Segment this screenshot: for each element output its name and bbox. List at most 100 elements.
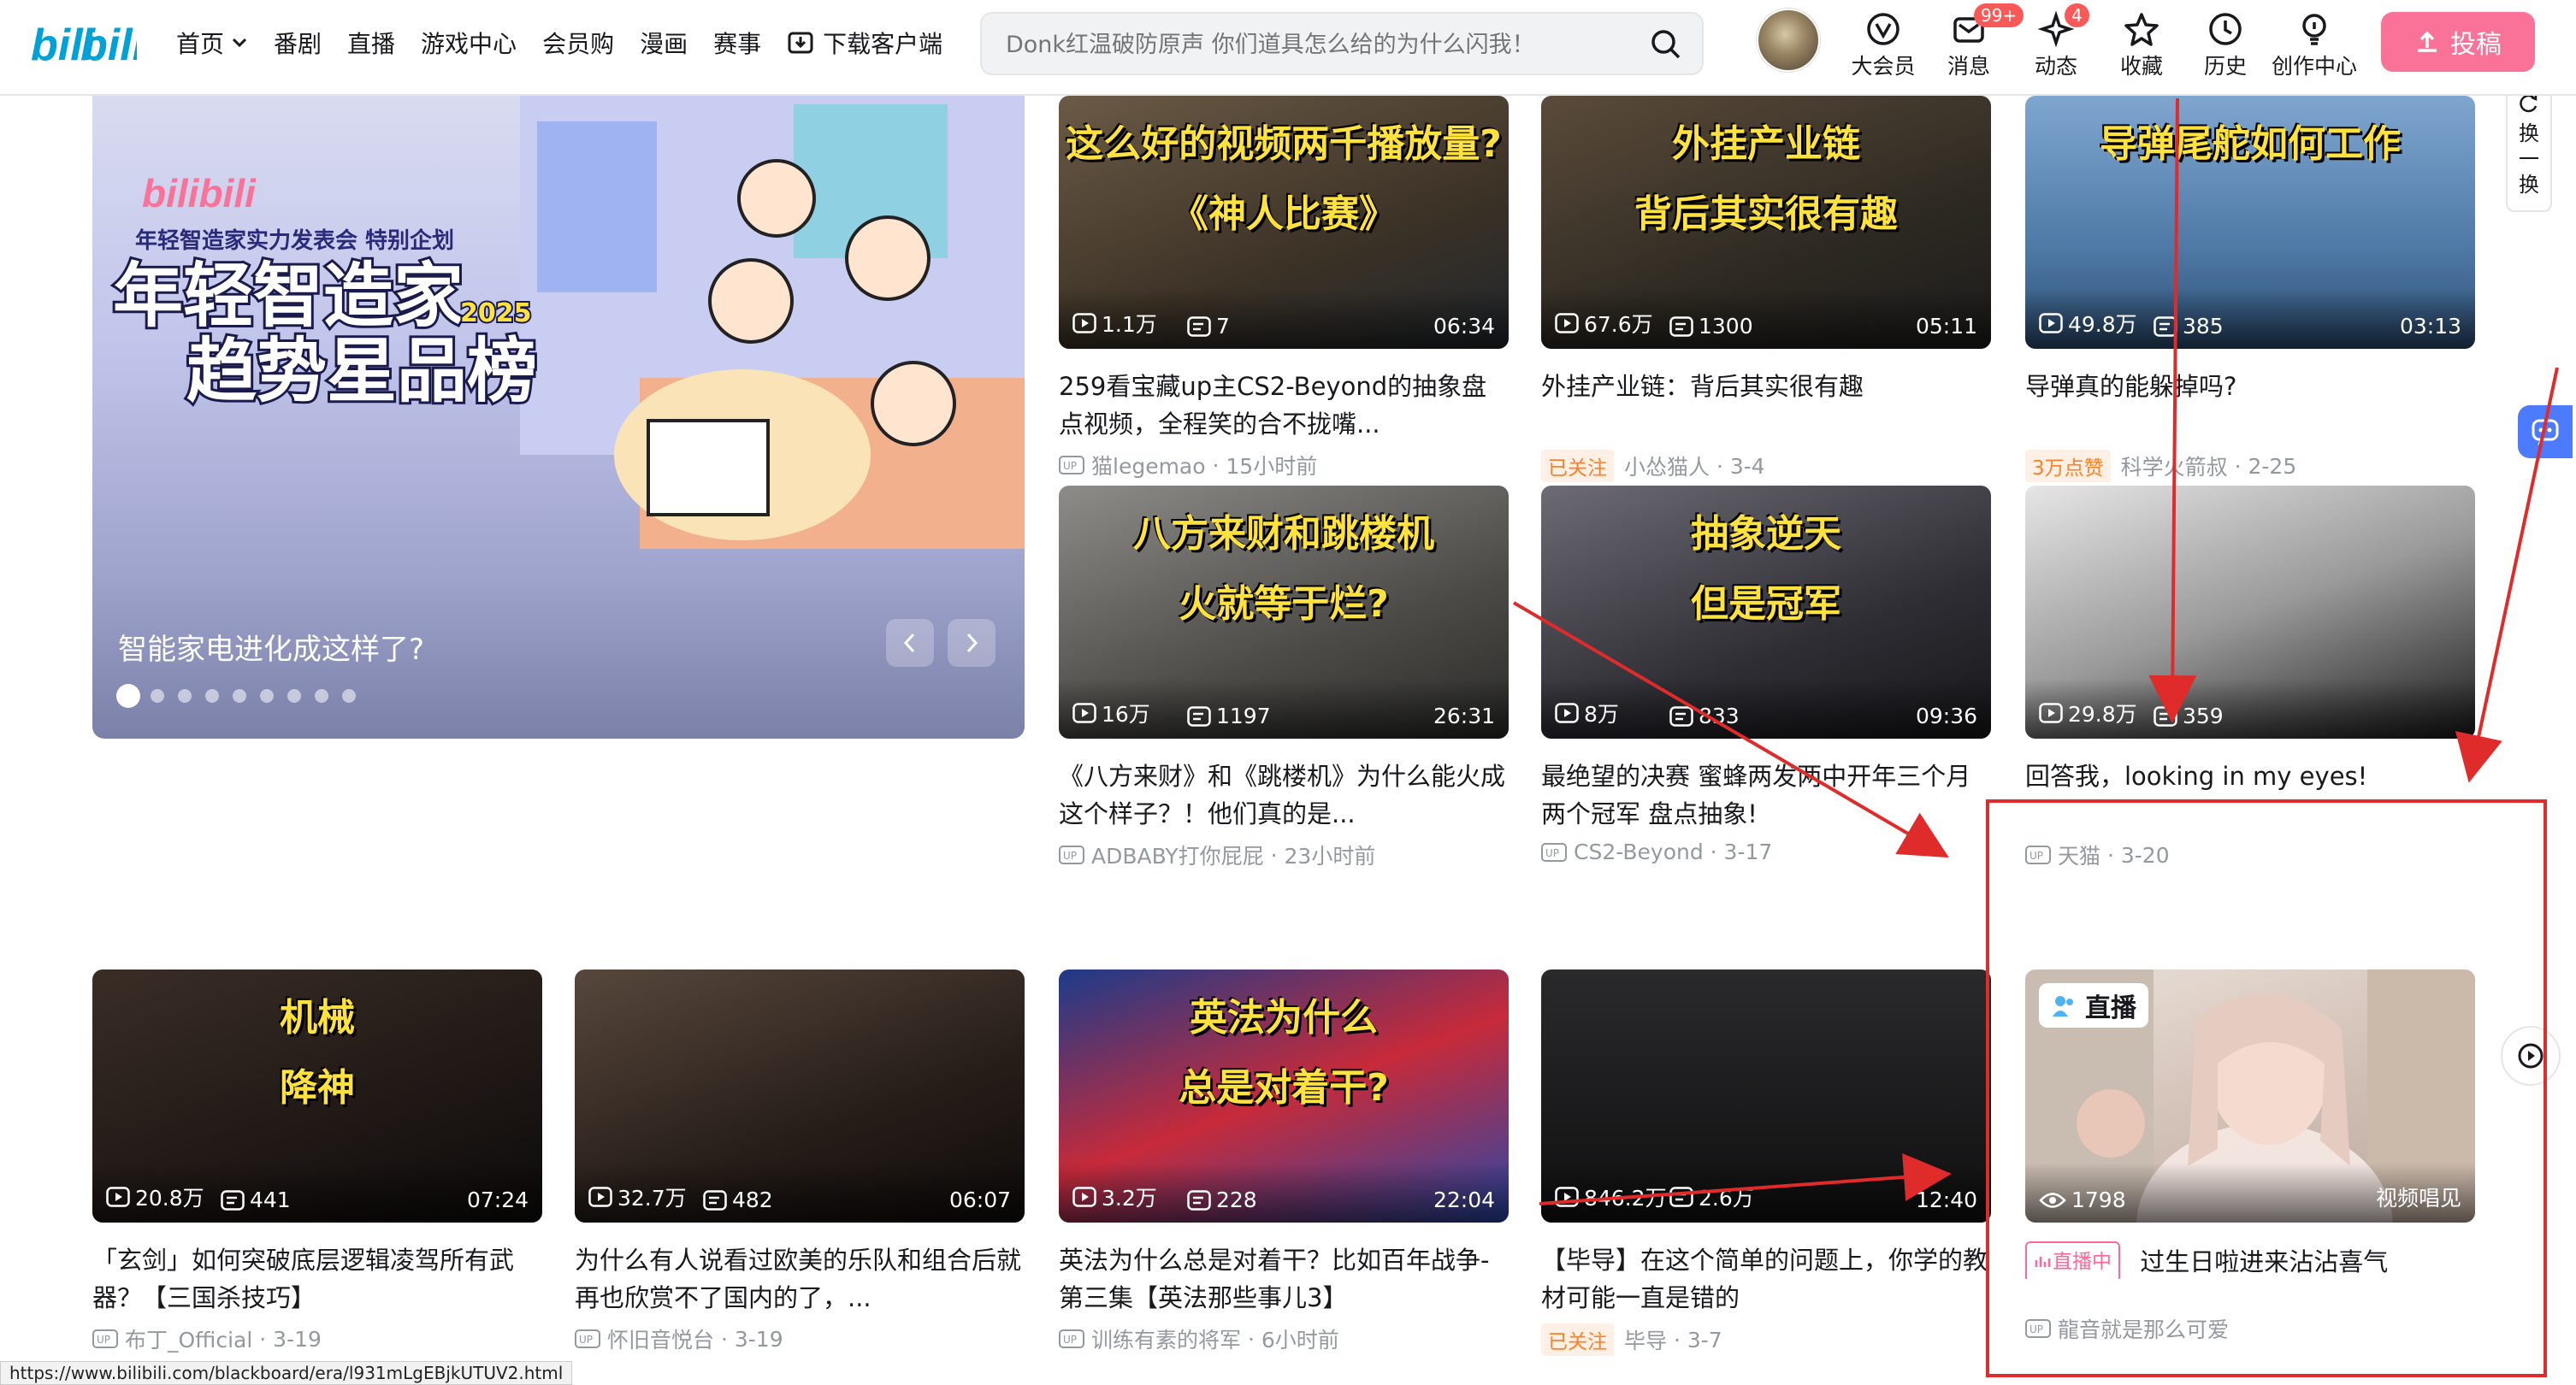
carousel-dot[interactable] xyxy=(178,689,192,703)
dynamic-button[interactable]: 4 动态 xyxy=(2020,3,2092,82)
vip-button[interactable]: 大会员 xyxy=(1847,7,1919,82)
banner-prev-button[interactable] xyxy=(886,619,934,667)
main-nav: 首页 番剧 直播 游戏中心 会员购 漫画 赛事 下载客户端 xyxy=(176,26,968,60)
video-meta[interactable]: 已关注 小怂猫人 · 3-4 xyxy=(1541,450,1991,482)
carousel-dot[interactable] xyxy=(205,689,219,703)
video-card[interactable]: 抽象逆天 但是冠军 8万 833 09:36 最绝望的决赛 蜜蜂两发两中开年三个月两个冠军… xyxy=(1541,486,1991,864)
video-card[interactable]: 29.8万 359 回答我，looking in my eyes! UP 天猫 · 3-… xyxy=(2025,486,2475,870)
video-thumbnail[interactable]: 八方来财和跳楼机 火就等于烂? 16万 1197 26:31 xyxy=(1059,486,1509,739)
video-card[interactable]: 这么好的视频两千播放量? 《神人比赛》 1.1万 7 06:34 259看宝藏up主CS2… xyxy=(1059,96,1509,480)
up-icon: UP xyxy=(1059,846,1084,864)
nav-anime[interactable]: 番剧 xyxy=(274,26,322,60)
svg-text:UP: UP xyxy=(1063,460,1077,472)
message-button[interactable]: 99+ 消息 xyxy=(1933,3,2024,82)
video-title[interactable]: 导弹真的能躲掉吗? xyxy=(2025,368,2475,443)
upload-time: 6小时前 xyxy=(1261,1328,1339,1353)
message-badge: 99+ xyxy=(1974,3,2024,27)
video-card[interactable]: 英法为什么 总是对着干? 3.2万 228 22:04 英法为什么总是对着干？比如百年战争… xyxy=(1059,970,1509,1354)
carousel-dot[interactable] xyxy=(151,689,164,703)
live-title-row[interactable]: 直播中 过生日啦进来沾沾喜气 xyxy=(2025,1241,2475,1279)
carousel-dot[interactable] xyxy=(233,689,246,703)
video-thumbnail[interactable]: 这么好的视频两千播放量? 《神人比赛》 1.1万 7 06:34 xyxy=(1059,96,1509,349)
play-count-icon xyxy=(1555,1187,1579,1207)
video-thumbnail[interactable]: 机械 降神 20.8万 441 07:24 xyxy=(92,970,542,1223)
video-title[interactable]: 外挂产业链：背后其实很有趣 xyxy=(1541,368,1991,443)
video-thumbnail[interactable]: 32.7万 482 06:07 xyxy=(575,970,1025,1223)
favorites-button[interactable]: 收藏 xyxy=(2106,7,2177,82)
svg-text:UP: UP xyxy=(2029,1323,2043,1335)
video-thumbnail[interactable]: 英法为什么 总是对着干? 3.2万 228 22:04 xyxy=(1059,970,1509,1223)
danmaku-count: 1300 xyxy=(1669,314,1753,339)
video-title[interactable]: 回答我，looking in my eyes! xyxy=(2025,757,2475,833)
video-card[interactable]: 846.2万 2.6万 12:40 【毕导】在这个简单的问题上，你学的教材可能一直是错… xyxy=(1541,970,1991,1356)
video-thumbnail[interactable]: 846.2万 2.6万 12:40 xyxy=(1541,970,1991,1223)
live-status-tag: 直播中 xyxy=(2025,1241,2120,1279)
video-title[interactable]: 【毕导】在这个简单的问题上，你学的教材可能一直是错的 xyxy=(1541,1241,1991,1317)
video-meta[interactable]: UP 猫legemao · 15小时前 xyxy=(1059,450,1509,480)
video-card[interactable]: 外挂产业链 背后其实很有趣 67.6万 1300 05:11 外挂产业链：背后其实很有趣已… xyxy=(1541,96,1991,482)
banner-next-button[interactable] xyxy=(948,619,996,667)
video-thumbnail[interactable]: 外挂产业链 背后其实很有趣 67.6万 1300 05:11 xyxy=(1541,96,1991,349)
video-meta[interactable]: UP 训练有素的将军 · 6小时前 xyxy=(1059,1323,1509,1354)
video-card[interactable]: 导弹尾舵如何工作 49.8万 385 03:13 导弹真的能躲掉吗? 3万点赞 科学火箭叔 … xyxy=(2025,96,2475,482)
play-count-icon xyxy=(106,1187,130,1207)
nav-member-shop[interactable]: 会员购 xyxy=(542,26,614,60)
nav-manga[interactable]: 漫画 xyxy=(640,26,688,60)
danmaku-count: 833 xyxy=(1669,704,1740,728)
uploader-name: ADBABY打你屁屁 xyxy=(1091,844,1264,869)
video-title[interactable]: 为什么有人说看过欧美的乐队和组合后就再也欣赏不了国内的了，... xyxy=(575,1241,1025,1317)
bilibili-logo[interactable]: bili bili xyxy=(31,15,137,72)
video-meta[interactable]: UP 怀旧音悦台 · 3-19 xyxy=(575,1323,1025,1354)
video-card[interactable]: 八方来财和跳楼机 火就等于烂? 16万 1197 26:31 《八方来财》和《跳楼机》为什… xyxy=(1059,486,1509,870)
search-input[interactable] xyxy=(1004,14,1623,75)
video-card[interactable]: 32.7万 482 06:07 为什么有人说看过欧美的乐队和组合后就再也欣赏不了国内的… xyxy=(575,970,1025,1354)
video-thumbnail[interactable]: 29.8万 359 xyxy=(2025,486,2475,739)
live-card[interactable]: 直播 1798 视频唱见 直播中 过生日啦进来沾沾喜气 UP 龍音就是那么可爱 xyxy=(2025,970,2475,1344)
live-meta[interactable]: UP 龍音就是那么可爱 xyxy=(2025,1313,2475,1344)
search-icon[interactable] xyxy=(1649,27,1683,62)
video-meta[interactable]: 3万点赞 科学火箭叔 · 2-25 xyxy=(2025,450,2475,482)
assistant-bubble[interactable] xyxy=(2518,405,2573,458)
carousel-dot[interactable] xyxy=(342,689,356,703)
video-title[interactable]: 「玄剑」如何突破底层逻辑凌驾所有武器？【三国杀技巧】 xyxy=(92,1241,542,1317)
video-thumbnail[interactable]: 抽象逆天 但是冠军 8万 833 09:36 xyxy=(1541,486,1991,739)
video-title[interactable]: 259看宝藏up主CS2-Beyond的抽象盘点视频，全程笑的合不拢嘴... xyxy=(1059,368,1509,443)
nav-game-center[interactable]: 游戏中心 xyxy=(421,26,517,60)
carousel-banner[interactable]: bilibili 年轻智造家实力发表会 特别企划 年轻智造家 2025 趋势星品… xyxy=(92,96,1025,739)
video-card[interactable]: 机械 降神 20.8万 441 07:24 「玄剑」如何突破底层逻辑凌驾所有武器？【三国杀… xyxy=(92,970,542,1354)
creator-center-button[interactable]: 创作中心 xyxy=(2272,7,2357,82)
danmaku-icon xyxy=(2154,705,2177,727)
banner-caption[interactable]: 智能家电进化成这样了? xyxy=(118,626,424,668)
carousel-dot[interactable] xyxy=(116,684,140,708)
nav-live[interactable]: 直播 xyxy=(347,26,395,60)
video-meta[interactable]: UP 布丁_Official · 3-19 xyxy=(92,1323,542,1354)
video-title[interactable]: 《八方来财》和《跳楼机》为什么能火成这个样子？！他们真的是... xyxy=(1059,757,1509,833)
video-meta[interactable]: UP CS2-Beyond · 3-17 xyxy=(1541,840,1991,864)
upload-time: 3-7 xyxy=(1687,1327,1722,1353)
video-title[interactable]: 最绝望的决赛 蜜蜂两发两中开年三个月两个冠军 盘点抽象! xyxy=(1541,757,1991,833)
video-thumbnail[interactable]: 导弹尾舵如何工作 49.8万 385 03:13 xyxy=(2025,96,2475,349)
history-button[interactable]: 历史 xyxy=(2189,7,2261,82)
carousel-dot[interactable] xyxy=(315,689,328,703)
video-meta[interactable]: 已关注 毕导 · 3-7 xyxy=(1541,1323,1991,1356)
up-icon: UP xyxy=(92,1329,118,1348)
video-title[interactable]: 英法为什么总是对着干？比如百年战争-第三集【英法那些事儿3】 xyxy=(1059,1241,1509,1317)
video-meta[interactable]: UP 天猫 · 3-20 xyxy=(2025,840,2475,870)
nav-home[interactable]: 首页 xyxy=(176,26,248,60)
carousel-dot[interactable] xyxy=(260,689,274,703)
danmaku-icon xyxy=(1187,1189,1211,1211)
video-meta[interactable]: UP ADBABY打你屁屁 · 23小时前 xyxy=(1059,840,1509,870)
danmaku-icon xyxy=(1669,315,1693,337)
nav-download-client[interactable]: 下载客户端 xyxy=(787,26,942,60)
live-thumbnail[interactable]: 直播 1798 视频唱见 xyxy=(2025,970,2475,1223)
danmaku-count: 7 xyxy=(1187,314,1230,339)
carousel-dot[interactable] xyxy=(287,689,301,703)
svg-text:UP: UP xyxy=(1063,850,1077,862)
up-icon: UP xyxy=(1059,1329,1084,1348)
refresh-feed-button[interactable]: 换 一 换 xyxy=(2506,84,2552,212)
user-avatar[interactable] xyxy=(1757,9,1820,72)
upload-button[interactable]: 投稿 xyxy=(2381,12,2535,72)
uploader-name: 毕导 xyxy=(1624,1329,1668,1353)
back-refresh-button[interactable] xyxy=(2501,1026,2561,1086)
nav-esports[interactable]: 赛事 xyxy=(713,26,761,60)
